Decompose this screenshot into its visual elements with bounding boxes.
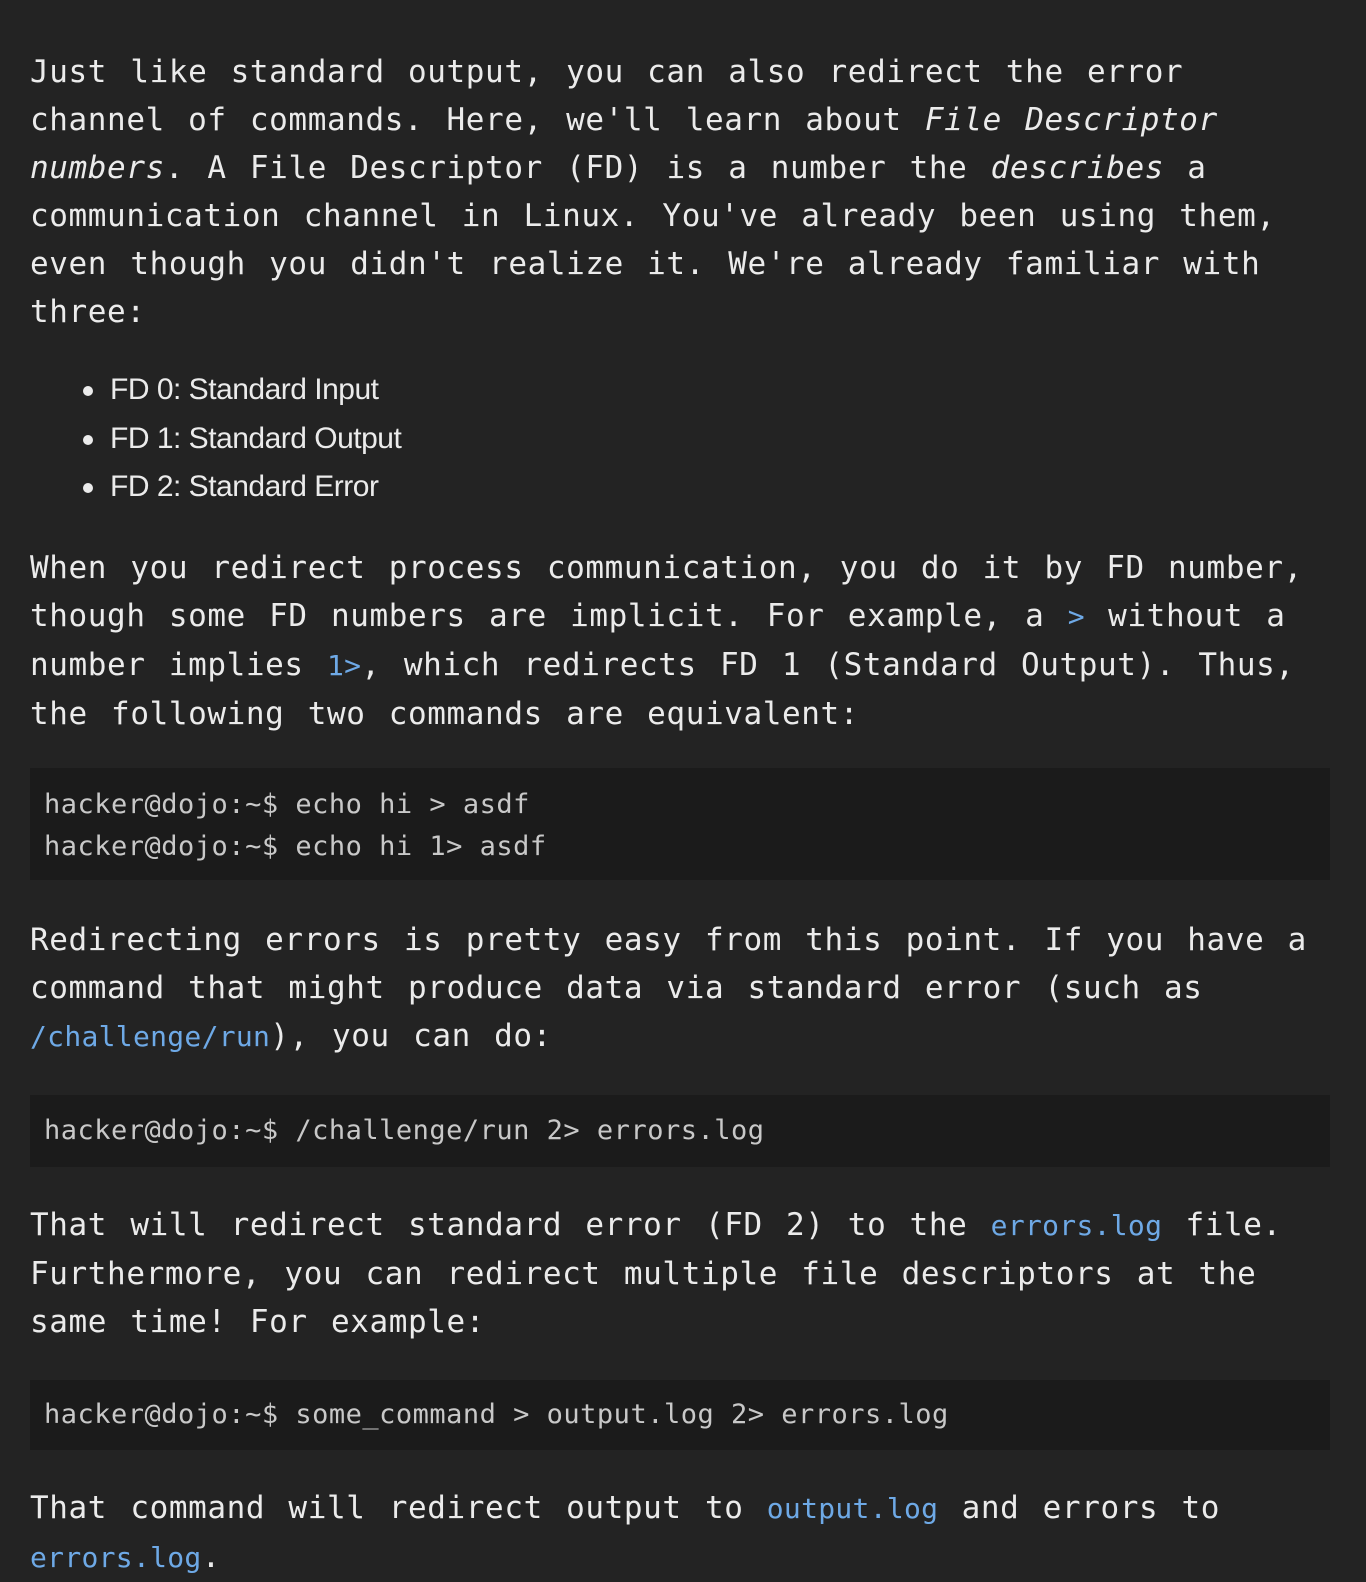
code-line: hacker@dojo:~$ echo hi 1> asdf <box>44 830 547 862</box>
list-item: FD 2: Standard Error <box>83 463 1330 512</box>
inline-code-fd1-redirect: 1> <box>326 648 362 682</box>
conclusion-text-a: That command will redirect output to <box>30 1489 767 1526</box>
intro-paragraph: Just like standard output, you can also … <box>30 48 1330 336</box>
redirect-errors-text-b: ), you can do: <box>270 1017 552 1054</box>
conclusion-text-c: . <box>201 1538 221 1575</box>
inline-code-output-log: output.log <box>766 1491 939 1525</box>
intro-text-b: . A File Descriptor (FD) is a number the <box>164 150 991 186</box>
challenge-description: Just like standard output, you can also … <box>30 48 1330 1582</box>
code-block-equivalent-commands: hacker@dojo:~$ echo hi > asdf hacker@doj… <box>30 767 1330 880</box>
conclusion-text-b: and errors to <box>938 1489 1221 1526</box>
conclusion-paragraph: That command will redirect output to out… <box>30 1484 1330 1582</box>
code-line: hacker@dojo:~$ some_command > output.log… <box>44 1398 949 1430</box>
inline-code-challenge-run: /challenge/run <box>30 1019 271 1053</box>
implicit-fd-paragraph: When you redirect process communication,… <box>30 544 1330 738</box>
multiple-fd-paragraph: That will redirect standard error (FD 2)… <box>30 1201 1330 1346</box>
fd-list: FD 0: Standard Input FD 1: Standard Outp… <box>30 366 1330 512</box>
inline-code-errors-log: errors.log <box>990 1208 1163 1242</box>
redirect-errors-text-a: Redirecting errors is pretty easy from t… <box>30 921 1307 1006</box>
inline-code-errors-log: errors.log <box>30 1540 202 1574</box>
multiple-fd-text-a: That will redirect standard error (FD 2)… <box>30 1206 991 1243</box>
list-item: FD 0: Standard Input <box>83 366 1330 415</box>
inline-code-redirect: > <box>1067 599 1085 633</box>
redirect-errors-paragraph: Redirecting errors is pretty easy from t… <box>30 916 1330 1061</box>
code-line: hacker@dojo:~$ /challenge/run 2> errors.… <box>44 1114 765 1146</box>
code-line: hacker@dojo:~$ echo hi > asdf <box>44 788 530 820</box>
list-item: FD 1: Standard Output <box>83 415 1330 464</box>
intro-emphasis-describes: describes <box>990 150 1165 186</box>
code-block-stderr-redirect: hacker@dojo:~$ /challenge/run 2> errors.… <box>30 1094 1330 1167</box>
code-block-multiple-redirect: hacker@dojo:~$ some_command > output.log… <box>30 1379 1330 1450</box>
